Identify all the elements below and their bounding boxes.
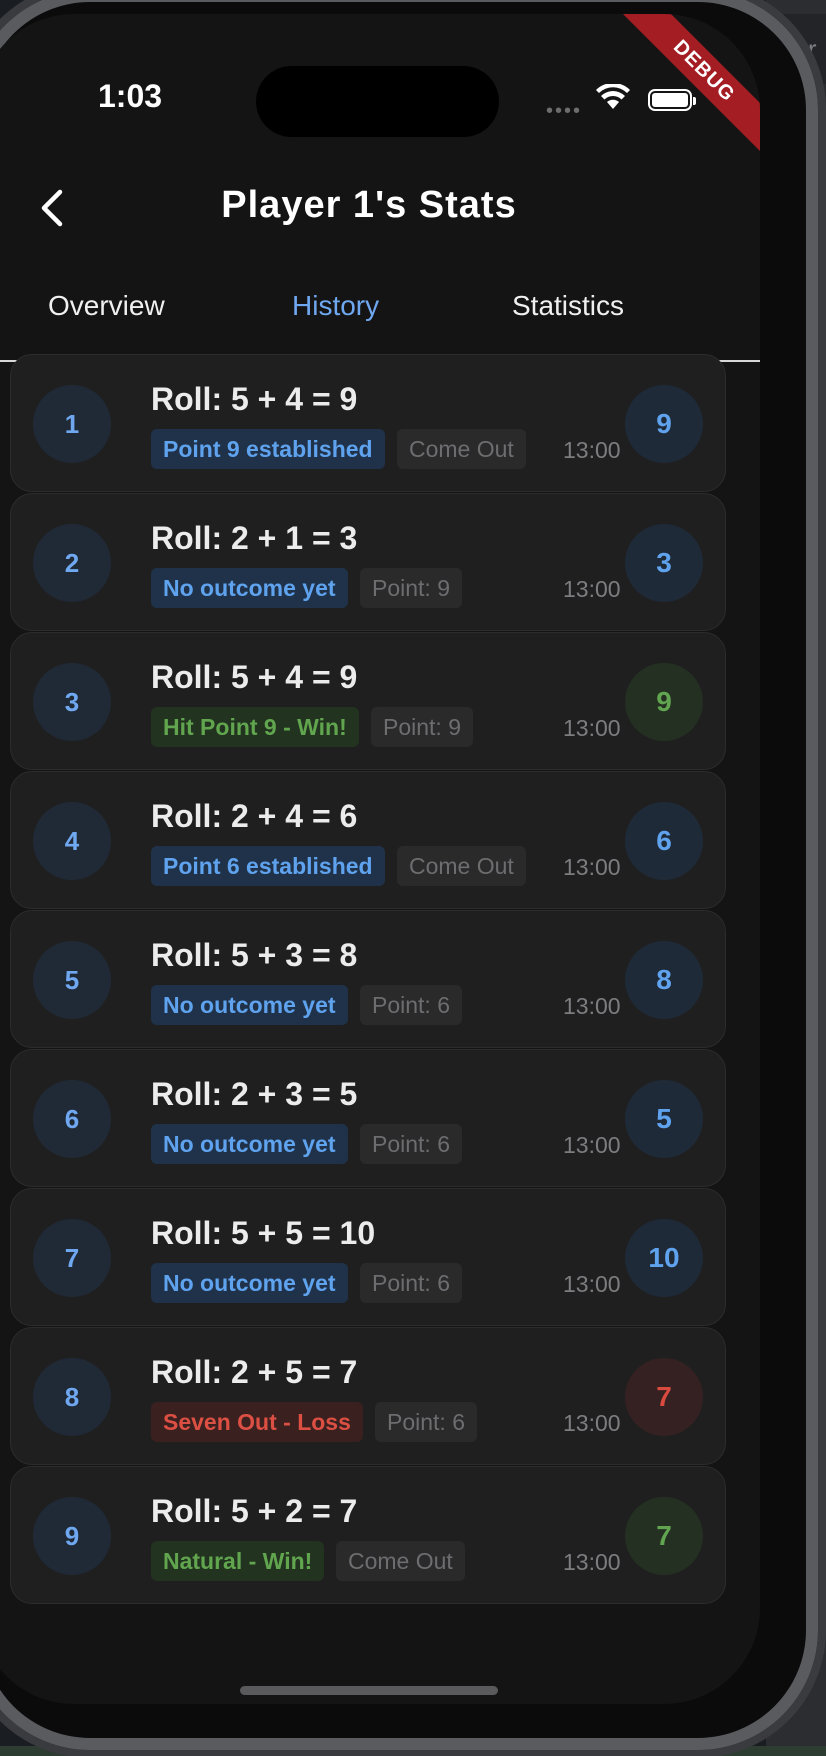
tab-statistics[interactable]: Statistics — [512, 290, 624, 322]
roll-timestamp: 13:00 — [563, 437, 621, 463]
outcome-badge: No outcome yet — [151, 985, 348, 1025]
roll-index-badge: 5 — [33, 941, 111, 1019]
history-row[interactable]: 7 Roll: 5 + 5 = 10 No outcome yet Point: 6 1… — [10, 1188, 726, 1326]
roll-index-badge: 2 — [33, 524, 111, 602]
wifi-icon — [596, 84, 630, 109]
roll-index-badge: 8 — [33, 1358, 111, 1436]
roll-index-badge: 6 — [33, 1080, 111, 1158]
history-row[interactable]: 6 Roll: 2 + 3 = 5 No outcome yet Point: 6 13… — [10, 1049, 726, 1187]
roll-total-badge: 7 — [625, 1497, 703, 1575]
roll-timestamp: 13:00 — [563, 993, 621, 1019]
roll-text: Roll: 5 + 5 = 10 — [151, 1215, 376, 1251]
phase-tag: Come Out — [397, 429, 526, 469]
roll-text: Roll: 2 + 3 = 5 — [151, 1076, 358, 1112]
outcome-badge: Point 6 established — [151, 846, 385, 886]
outcome-badge: No outcome yet — [151, 568, 348, 608]
history-row[interactable]: 8 Roll: 2 + 5 = 7 Seven Out - Loss Point: 6… — [10, 1327, 726, 1465]
roll-total-badge: 6 — [625, 802, 703, 880]
phase-tag: Point: 6 — [360, 1263, 462, 1303]
roll-timestamp: 13:00 — [563, 576, 621, 602]
outcome-badge: Point 9 established — [151, 429, 385, 469]
roll-total-badge: 3 — [625, 524, 703, 602]
outcome-badge: No outcome yet — [151, 1124, 348, 1164]
roll-text: Roll: 5 + 4 = 9 — [151, 659, 358, 695]
history-row[interactable]: 9 Roll: 5 + 2 = 7 Natural - Win! Come Out 13… — [10, 1466, 726, 1604]
home-indicator[interactable] — [240, 1686, 498, 1695]
outcome-badge: Natural - Win! — [151, 1541, 325, 1581]
status-time: 1:03 — [98, 78, 163, 114]
roll-timestamp: 13:00 — [563, 854, 621, 880]
roll-total-badge: 5 — [625, 1080, 703, 1158]
roll-text: Roll: 2 + 1 = 3 — [151, 520, 358, 556]
phase-tag: Point: 9 — [360, 568, 462, 608]
dynamic-island — [256, 66, 499, 137]
roll-text: Roll: 2 + 5 = 7 — [151, 1354, 358, 1390]
roll-timestamp: 13:00 — [563, 1271, 621, 1297]
battery-icon — [648, 89, 696, 111]
history-row[interactable]: 4 Roll: 2 + 4 = 6 Point 6 established Come … — [10, 771, 726, 909]
history-row[interactable]: 3 Roll: 5 + 4 = 9 Hit Point 9 - Win! Point:… — [10, 632, 726, 770]
history-row[interactable]: 2 Roll: 2 + 1 = 3 No outcome yet Point: 9 13… — [10, 493, 726, 631]
app-bar: Player 1's Stats — [0, 174, 760, 244]
phone-frame: 1:03 •••• DEBUG Player 1's Stats Overvie… — [0, 0, 818, 1750]
roll-timestamp: 13:00 — [563, 715, 621, 741]
phase-tag: Point: 6 — [375, 1402, 477, 1442]
roll-text: Roll: 2 + 4 = 6 — [151, 798, 358, 834]
roll-index-badge: 3 — [33, 663, 111, 741]
roll-timestamp: 13:00 — [563, 1549, 621, 1575]
tab-overview[interactable]: Overview — [48, 290, 165, 322]
roll-index-badge: 1 — [33, 385, 111, 463]
outcome-badge: Seven Out - Loss — [151, 1402, 363, 1442]
page-title: Player 1's Stats — [221, 184, 517, 226]
phase-tag: Point: 6 — [360, 985, 462, 1025]
phone-screen: 1:03 •••• DEBUG Player 1's Stats Overvie… — [0, 14, 760, 1704]
outcome-badge: No outcome yet — [151, 1263, 348, 1303]
roll-index-badge: 9 — [33, 1497, 111, 1575]
roll-total-badge: 7 — [625, 1358, 703, 1436]
cellular-signal-icon: •••• — [546, 100, 583, 122]
roll-total-badge: 9 — [625, 663, 703, 741]
outcome-badge: Hit Point 9 - Win! — [151, 707, 359, 747]
roll-index-badge: 4 — [33, 802, 111, 880]
tab-bar: Overview History Statistics — [0, 276, 760, 362]
phase-tag: Point: 9 — [371, 707, 473, 747]
tab-history[interactable]: History — [292, 290, 379, 322]
history-row[interactable]: 1 Roll: 5 + 4 = 9 Point 9 established Come … — [10, 354, 726, 492]
roll-index-badge: 7 — [33, 1219, 111, 1297]
roll-total-badge: 10 — [625, 1219, 703, 1297]
phase-tag: Come Out — [397, 846, 526, 886]
roll-text: Roll: 5 + 2 = 7 — [151, 1493, 358, 1529]
roll-text: Roll: 5 + 4 = 9 — [151, 381, 358, 417]
history-row[interactable]: 5 Roll: 5 + 3 = 8 No outcome yet Point: 6 13… — [10, 910, 726, 1048]
roll-text: Roll: 5 + 3 = 8 — [151, 937, 358, 973]
roll-timestamp: 13:00 — [563, 1132, 621, 1158]
roll-total-badge: 8 — [625, 941, 703, 1019]
phase-tag: Point: 6 — [360, 1124, 462, 1164]
phase-tag: Come Out — [336, 1541, 465, 1581]
roll-timestamp: 13:00 — [563, 1410, 621, 1436]
roll-total-badge: 9 — [625, 385, 703, 463]
